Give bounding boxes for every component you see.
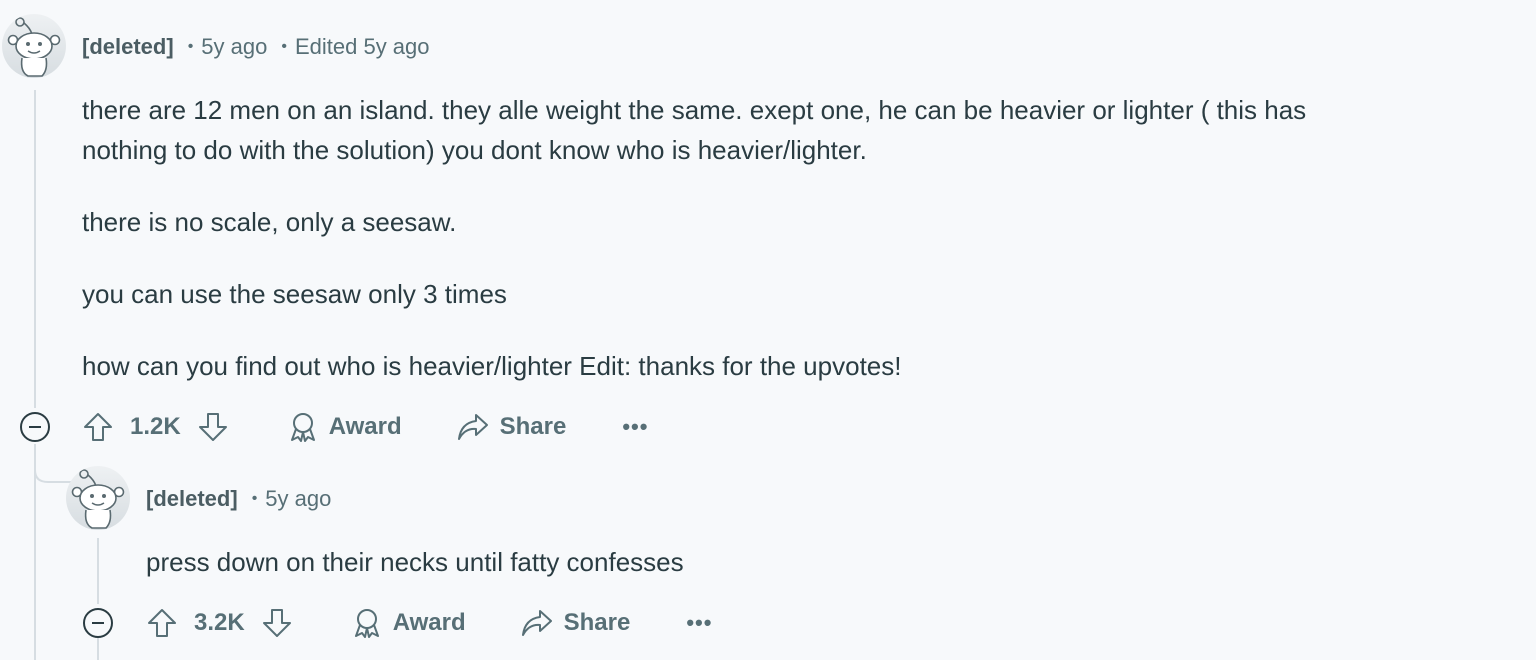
avatar[interactable]: [2, 14, 66, 78]
upvote-button[interactable]: [82, 411, 114, 443]
award-label: Award: [392, 609, 466, 636]
thread-branch-connector: [34, 460, 74, 483]
comment-meta: [deleted] • 5y ago: [146, 484, 331, 514]
avatar[interactable]: [66, 466, 130, 530]
award-button[interactable]: Award: [287, 411, 402, 443]
comment-paragraph: there is no scale, only a seesaw.: [82, 207, 457, 237]
comment-author[interactable]: [deleted]: [82, 34, 174, 60]
more-options-button[interactable]: •••: [622, 414, 649, 439]
comment-time[interactable]: 5y ago: [265, 486, 331, 512]
vote-count: 1.2K: [130, 413, 181, 440]
comment-edited: Edited 5y ago: [294, 34, 430, 59]
arrow-down-icon: [198, 413, 227, 441]
comment-paragraph: how can you find out who is heavier/ligh…: [82, 351, 902, 381]
snoo-avatar-icon: [71, 469, 125, 529]
snoo-avatar-icon: [7, 17, 61, 77]
thread-line-top: [34, 90, 36, 408]
upvote-button[interactable]: [146, 607, 178, 639]
award-icon: [354, 609, 379, 638]
arrow-down-icon: [262, 609, 291, 637]
award-button[interactable]: Award: [351, 607, 466, 639]
comment-meta: [deleted] • 5y ago • Edited 5y ago: [82, 32, 430, 62]
collapse-icon: [92, 622, 104, 624]
separator-dot: •: [251, 490, 258, 507]
collapse-button[interactable]: [83, 608, 113, 638]
award-icon: [290, 413, 315, 442]
comment-body: press down on their necks until fatty co…: [146, 542, 1446, 582]
comment-action-bar: 3.2K Award Share •••: [146, 603, 712, 643]
more-icon: •••: [686, 610, 713, 635]
more-icon: •••: [622, 414, 649, 439]
comment-time[interactable]: 5y ago: [201, 34, 267, 60]
arrow-up-icon: [148, 609, 176, 637]
collapse-button[interactable]: [20, 412, 50, 442]
share-button[interactable]: Share: [520, 607, 631, 639]
comment-author[interactable]: [deleted]: [146, 486, 238, 512]
separator-dot: •: [281, 38, 287, 55]
share-button[interactable]: Share: [456, 411, 567, 443]
arrow-up-icon: [84, 413, 112, 441]
downvote-button[interactable]: [261, 607, 293, 639]
comment-paragraph: you can use the seesaw only 3 times: [82, 279, 507, 309]
thread-line-reply: [97, 538, 99, 604]
award-label: Award: [328, 413, 402, 440]
comment-paragraph: there are 12 men on an island. they alle…: [82, 95, 1307, 125]
share-label: Share: [499, 413, 567, 440]
vote-count: 3.2K: [194, 609, 245, 636]
comment-body: there are 12 men on an island. they alle…: [82, 90, 1502, 386]
comment-paragraph: press down on their necks until fatty co…: [146, 547, 684, 577]
comment-action-bar: 1.2K Award Share •••: [82, 407, 648, 447]
collapse-icon: [29, 426, 41, 428]
more-options-button[interactable]: •••: [686, 610, 713, 635]
thread-line-reply-bottom: [97, 638, 99, 660]
comment-paragraph: nothing to do with the solution) you don…: [82, 135, 867, 165]
share-label: Share: [563, 609, 631, 636]
share-icon: [521, 610, 552, 636]
separator-dot: •: [187, 38, 194, 55]
share-icon: [457, 414, 488, 440]
downvote-button[interactable]: [197, 411, 229, 443]
